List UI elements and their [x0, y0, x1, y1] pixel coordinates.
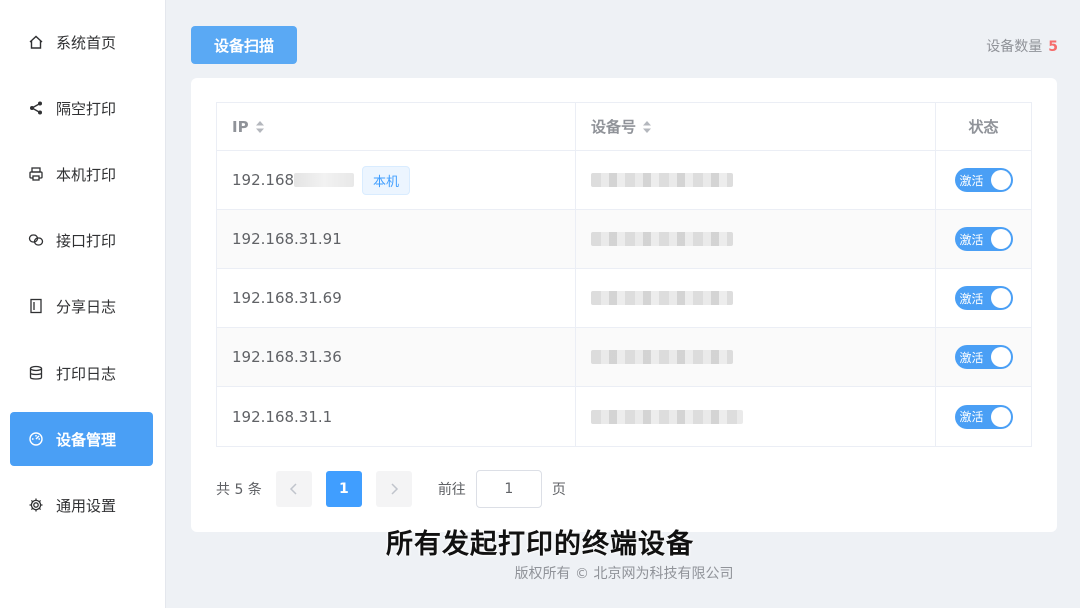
sidebar-item-label: 系统首页 [56, 33, 117, 52]
column-header-ip[interactable]: IP [217, 103, 576, 150]
ip-cell: 192.168.31.91 [217, 210, 576, 268]
redacted-device-id [591, 173, 733, 187]
ip-cell: 192.168.31.1 [217, 387, 576, 446]
status-toggle-label: 激活 [959, 291, 984, 306]
sidebar-item-label: 设备管理 [56, 430, 117, 449]
sidebar-item-api-print[interactable]: 接口打印 [10, 213, 153, 267]
device-id-cell [576, 387, 936, 446]
database-icon [28, 365, 44, 381]
local-machine-tag: 本机 [362, 165, 411, 195]
next-page-button[interactable] [375, 471, 412, 507]
chevron-left-icon [289, 483, 297, 495]
status-toggle-label: 激活 [959, 173, 984, 188]
sidebar-item-label: 接口打印 [56, 231, 117, 250]
table-header: IP 设备号 状态 [217, 103, 1031, 151]
pagination-total: 共 5 条 [216, 482, 262, 498]
status-cell: 激活 [936, 210, 1031, 268]
toggle-knob [990, 406, 1011, 427]
device-id-cell [576, 210, 936, 268]
status-cell: 激活 [936, 151, 1031, 209]
gear-icon [28, 497, 44, 513]
column-header-label: 状态 [968, 118, 999, 136]
sidebar-item-label: 打印日志 [56, 364, 117, 383]
ip-cell: 192.168.31.69 [217, 269, 576, 327]
sidebar-item-share-log[interactable]: 分享日志 [10, 279, 153, 333]
status-toggle[interactable]: 激活 [954, 404, 1013, 429]
sidebar-item-print-log[interactable]: 打印日志 [10, 346, 153, 400]
status-toggle-label: 激活 [959, 232, 984, 247]
ip-text: 192.168.31.1 [232, 407, 333, 426]
column-header-label: 设备号 [591, 118, 637, 136]
device-id-cell [576, 328, 936, 386]
status-toggle-label: 激活 [959, 350, 984, 365]
redacted-device-id [591, 291, 733, 305]
toggle-knob [990, 229, 1011, 249]
device-id-cell [576, 269, 936, 327]
chevron-right-icon [391, 483, 398, 495]
redacted-ip [294, 173, 355, 187]
home-icon [28, 34, 44, 50]
sidebar-item-label: 隔空打印 [56, 99, 117, 118]
ip-text: 192.168.31.36 [232, 348, 342, 366]
toggle-knob [990, 347, 1011, 367]
device-scan-button[interactable]: 设备扫描 [191, 26, 297, 64]
ip-text: 192.168.31.91 [232, 230, 342, 248]
status-toggle[interactable]: 激活 [954, 345, 1013, 369]
status-cell: 激活 [936, 269, 1031, 327]
page-number-button[interactable]: 1 [325, 471, 362, 507]
share-icon [28, 100, 44, 116]
status-cell: 激活 [936, 328, 1031, 386]
document-icon [28, 298, 44, 314]
redacted-device-id [591, 232, 733, 246]
dashboard-icon [28, 431, 44, 447]
status-toggle[interactable]: 激活 [954, 286, 1013, 310]
device-count-value: 5 [1048, 39, 1058, 55]
table-row: 192.168.31.1 激活 [217, 387, 1031, 446]
device-table: IP 设备号 状态 192.168 本机 激活 192.168.31.91 激活… [216, 102, 1032, 447]
redacted-device-id [591, 409, 743, 424]
toggle-knob [990, 288, 1011, 308]
column-header-label: IP [232, 117, 249, 136]
sidebar: 系统首页 隔空打印 本机打印 接口打印 分享日志 打印日志 设备管理 通用设置 [0, 0, 166, 608]
copyright-footer: 版权所有 © 北京网为科技有限公司 [514, 566, 734, 582]
ip-text: 192.168 [232, 171, 295, 189]
sidebar-item-airprint[interactable]: 隔空打印 [10, 81, 153, 135]
sidebar-item-label: 通用设置 [56, 496, 117, 515]
sidebar-item-label: 本机打印 [56, 165, 117, 184]
sidebar-item-device-management[interactable]: 设备管理 [10, 412, 153, 466]
ip-cell: 192.168 本机 [217, 151, 576, 209]
column-header-device[interactable]: 设备号 [576, 103, 936, 150]
page-suffix: 页 [551, 482, 566, 498]
device-count: 设备数量 5 [986, 36, 1058, 56]
device-count-label: 设备数量 [986, 39, 1043, 55]
sort-icon[interactable] [642, 120, 652, 134]
sort-icon[interactable] [255, 120, 265, 134]
table-row: 192.168 本机 激活 [217, 151, 1031, 210]
column-header-status: 状态 [936, 103, 1031, 150]
redacted-device-id [591, 350, 733, 364]
prev-page-button[interactable] [275, 471, 312, 507]
status-toggle[interactable]: 激活 [954, 168, 1013, 192]
table-row: 192.168.31.69 激活 [217, 269, 1031, 328]
pagination: 共 5 条 1 前往 页 [216, 470, 566, 508]
printer-icon [28, 166, 44, 182]
link-icon [28, 232, 44, 248]
device-id-cell [576, 151, 936, 209]
goto-page-input[interactable] [475, 470, 542, 508]
table-row: 192.168.31.36 激活 [217, 328, 1031, 387]
device-table-card: IP 设备号 状态 192.168 本机 激活 192.168.31.91 激活… [191, 78, 1057, 532]
status-toggle[interactable]: 激活 [954, 227, 1013, 251]
ip-text: 192.168.31.69 [232, 289, 342, 307]
ip-cell: 192.168.31.36 [217, 328, 576, 386]
video-subtitle: 所有发起打印的终端设备 [386, 529, 694, 560]
toggle-knob [990, 170, 1011, 190]
status-toggle-label: 激活 [959, 410, 984, 424]
sidebar-item-label: 分享日志 [56, 297, 117, 316]
status-cell: 激活 [936, 387, 1031, 446]
sidebar-item-home[interactable]: 系统首页 [10, 15, 153, 69]
goto-label: 前往 [437, 482, 466, 498]
table-row: 192.168.31.91 激活 [217, 210, 1031, 269]
sidebar-item-local-print[interactable]: 本机打印 [10, 147, 153, 201]
